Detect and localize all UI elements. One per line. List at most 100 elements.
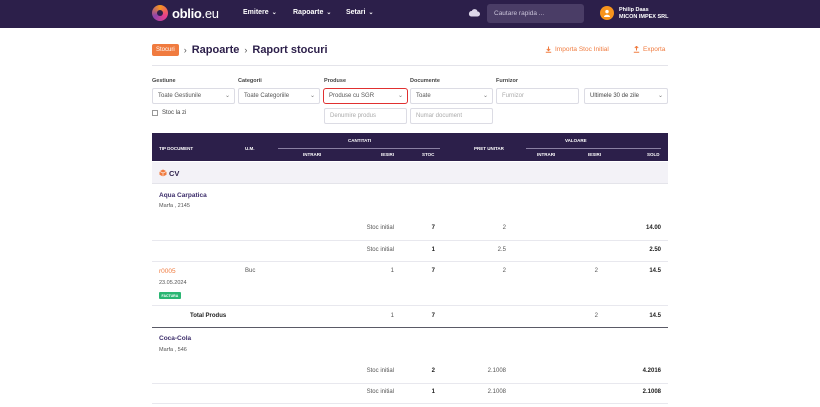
quick-search-input[interactable]: Cautare rapida ... xyxy=(487,4,584,23)
row-pret: 2.5 xyxy=(497,247,506,253)
chevron-down-icon: ⌄ xyxy=(271,10,277,16)
import-stock-button[interactable]: Importa Stoc Initial xyxy=(545,46,609,53)
user-icon xyxy=(604,9,610,17)
row-pret: 2 xyxy=(502,225,506,231)
header-tip-document: TIP DOCUMENT xyxy=(159,146,194,151)
row-sold: 2.50 xyxy=(649,247,661,253)
header-divider-line xyxy=(278,148,440,149)
chevron-down-icon: ⌄ xyxy=(309,93,315,99)
label-categorii: Categorii xyxy=(238,78,262,84)
select-gestiune[interactable]: Toate Gestiunile ⌄ xyxy=(152,88,235,104)
document-type-badge: FACTURA xyxy=(159,292,181,299)
row-stoc: 1 xyxy=(431,247,435,253)
doc-stoc: 7 xyxy=(431,268,435,274)
logo-main: oblio xyxy=(172,5,202,21)
select-documente[interactable]: Toate ⌄ xyxy=(410,88,493,104)
label-furnizor: Furnizor xyxy=(496,78,518,84)
checkbox-box[interactable] xyxy=(152,110,158,116)
header-valoare-iesiri: IESIRI xyxy=(588,152,602,157)
select-period[interactable]: Ultimele 30 de zile ⌄ xyxy=(584,88,668,104)
document-link[interactable]: r0005 xyxy=(159,268,176,275)
chevron-down-icon: ⌄ xyxy=(397,93,403,99)
chevron-down-icon: ⌄ xyxy=(368,10,374,16)
stoc-la-zi-checkbox[interactable]: Stoc la zi xyxy=(152,110,186,116)
label-documente: Documente xyxy=(410,78,440,84)
total-label: Total Produs xyxy=(190,313,227,319)
doc-sold: 14.5 xyxy=(649,268,661,274)
product-meta: Marfa , 546 xyxy=(159,347,187,353)
group-row[interactable]: CV xyxy=(152,162,668,184)
download-icon xyxy=(545,46,552,53)
document-date: 23.05.2024 xyxy=(159,280,187,286)
header-divider xyxy=(152,65,668,66)
row-divider xyxy=(152,383,668,384)
row-sold: 14.00 xyxy=(645,225,661,231)
total-valoare-intrari: 2 xyxy=(594,313,598,319)
label-gestiune: Gestiune xyxy=(152,78,176,84)
doc-um: Buc xyxy=(245,268,256,274)
row-label: Stoc initial xyxy=(366,247,394,253)
chevron-down-icon: ⌄ xyxy=(224,93,230,99)
user-info[interactable]: Philip Daas MICON IMPEX SRL xyxy=(619,7,669,21)
doc-valoare-intrari: 2 xyxy=(594,268,598,274)
select-produse[interactable]: Produse cu SGR ⌄ xyxy=(323,88,408,104)
company-name: MICON IMPEX SRL xyxy=(619,14,669,20)
header-stoc: STOC xyxy=(422,152,435,157)
doc-pret: 2 xyxy=(502,268,506,274)
product-divider xyxy=(152,327,668,328)
select-categorii[interactable]: Toate Categoriile ⌄ xyxy=(238,88,320,104)
logo-mark-icon xyxy=(152,5,168,21)
row-divider xyxy=(152,240,668,241)
header-valoare: VALOARE xyxy=(565,138,587,143)
row-sold: 4.2016 xyxy=(642,368,661,374)
chevron-right-icon: › xyxy=(244,45,248,55)
label-produse: Produse xyxy=(324,78,347,84)
product-name[interactable]: Aqua Carpatica xyxy=(159,192,207,199)
cloud-icon[interactable] xyxy=(468,9,480,17)
row-sold: 2.1008 xyxy=(642,389,661,395)
header-cantitati: CANTITATI xyxy=(348,138,372,143)
row-pret: 2.1008 xyxy=(487,389,506,395)
page-title: Raport stocuri xyxy=(252,44,328,56)
row-label: Stoc initial xyxy=(366,389,394,395)
total-stoc: 7 xyxy=(431,313,435,319)
chevron-down-icon: ⌄ xyxy=(482,93,488,99)
export-button[interactable]: Exporta xyxy=(633,46,665,53)
row-stoc: 7 xyxy=(431,225,435,231)
product-meta: Marfa , 2145 xyxy=(159,203,190,209)
user-avatar[interactable] xyxy=(600,6,614,20)
row-divider xyxy=(152,403,668,404)
row-pret: 2.1008 xyxy=(487,368,506,374)
breadcrumb: Stocuri › Rapoarte › Raport stocuri xyxy=(152,44,328,56)
header-intrari: INTRARI xyxy=(303,152,322,157)
row-label: Stoc initial xyxy=(366,225,394,231)
header-um: U.M. xyxy=(245,146,255,151)
nav-menu-emitere[interactable]: Emitere ⌄ xyxy=(243,9,277,16)
breadcrumb-item-rapoarte[interactable]: Rapoarte xyxy=(192,44,240,56)
box-icon xyxy=(159,169,167,177)
header-iesiri: IESIRI xyxy=(381,152,395,157)
product-name[interactable]: Coca-Cola xyxy=(159,335,191,342)
header-valoare-intrari: INTRARI xyxy=(537,152,556,157)
chevron-down-icon: ⌄ xyxy=(657,93,663,99)
row-divider xyxy=(152,261,668,262)
chevron-down-icon: ⌄ xyxy=(326,10,332,16)
furnizor-input[interactable]: Furnizor xyxy=(496,88,579,104)
row-divider xyxy=(152,305,668,306)
row-label: Stoc initial xyxy=(366,368,394,374)
top-navbar: oblio.eu Emitere ⌄ Rapoarte ⌄ Setari ⌄ Caut… xyxy=(0,0,820,28)
row-stoc: 1 xyxy=(431,389,435,395)
chevron-right-icon: › xyxy=(183,45,187,55)
breadcrumb-badge[interactable]: Stocuri xyxy=(152,44,179,56)
header-divider-line xyxy=(526,148,661,149)
total-sold: 14.5 xyxy=(649,313,661,319)
nav-menu-rapoarte[interactable]: Rapoarte ⌄ xyxy=(293,9,331,16)
nav-menu-setari[interactable]: Setari ⌄ xyxy=(346,9,374,16)
user-name: Philip Daas xyxy=(619,7,649,13)
doc-intrari: 1 xyxy=(390,268,394,274)
row-stoc: 2 xyxy=(431,368,435,374)
table-header: TIP DOCUMENT U.M. CANTITATI INTRARI IESI… xyxy=(152,133,668,161)
product-name-input[interactable]: Denumire produs xyxy=(324,108,407,124)
oblio-logo[interactable]: oblio.eu xyxy=(152,5,219,21)
document-number-input[interactable]: Numar document xyxy=(410,108,493,124)
